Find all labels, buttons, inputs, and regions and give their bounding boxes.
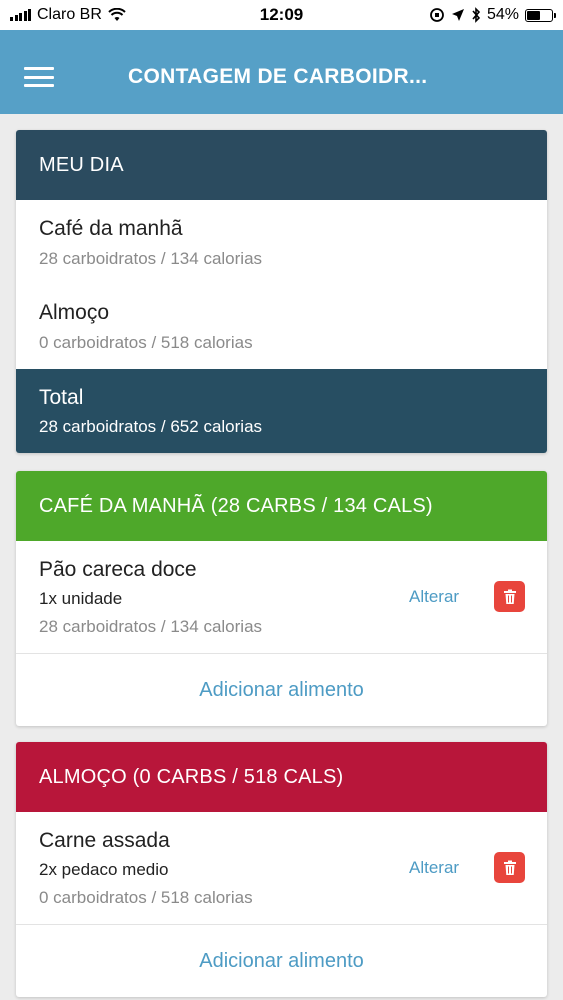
total-label: Total <box>39 385 84 409</box>
food-item: Carne assada 2x pedaco medio 0 carboidra… <box>16 812 547 925</box>
food-nutrition: 28 carboidratos / 134 calorias <box>39 617 263 636</box>
carrier-label: Claro BR <box>37 6 102 23</box>
food-name: Carne assada <box>39 829 170 852</box>
delete-food-button[interactable] <box>494 581 525 612</box>
meal-section-lunch: ALMOÇO (0 CARBS / 518 CALS) Carne assada… <box>16 742 547 997</box>
summary-meal-name: Almoço <box>39 301 110 324</box>
page-title: CONTAGEM DE CARBOIDR... <box>128 65 428 88</box>
food-name: Pão careca doce <box>39 558 197 581</box>
meal-section-header: ALMOÇO (0 CARBS / 518 CALS) <box>16 742 547 812</box>
battery-level <box>527 10 540 20</box>
meal-section-header: CAFÉ DA MANHÃ (28 CARBS / 134 CALS) <box>16 471 547 541</box>
food-nutrition: 0 carboidratos / 518 calorias <box>39 888 253 907</box>
total-info: 28 carboidratos / 652 calorias <box>39 416 263 436</box>
app-bar: CONTAGEM DE CARBOIDR... <box>0 30 563 114</box>
edit-food-link[interactable]: Alterar <box>409 858 459 878</box>
summary-meal-breakfast[interactable]: Café da manhã 28 carboidratos / 134 calo… <box>16 200 547 284</box>
status-left: Claro BR <box>10 6 126 24</box>
hamburger-menu-icon[interactable] <box>24 67 54 87</box>
my-day-card: MEU DIA Café da manhã 28 carboidratos / … <box>16 130 547 453</box>
bluetooth-icon <box>472 7 481 23</box>
orientation-lock-icon <box>430 8 444 22</box>
battery-percent: 54% <box>486 6 519 23</box>
summary-meal-name: Café da manhã <box>39 217 183 240</box>
wifi-icon <box>108 8 126 21</box>
summary-meal-lunch[interactable]: Almoço 0 carboidratos / 518 calorias <box>16 284 547 369</box>
add-food-button[interactable]: Adicionar alimento <box>16 654 547 726</box>
my-day-header: MEU DIA <box>16 130 547 200</box>
meal-section-breakfast: CAFÉ DA MANHÃ (28 CARBS / 134 CALS) Pão … <box>16 471 547 726</box>
summary-meal-info: 28 carboidratos / 134 calorias <box>39 249 263 268</box>
status-bar: Claro BR 12:09 54% <box>0 0 563 30</box>
battery-icon <box>525 8 556 22</box>
summary-meal-info: 0 carboidratos / 518 calorias <box>39 333 253 352</box>
summary-total: Total 28 carboidratos / 652 calorias <box>16 369 547 453</box>
edit-food-link[interactable]: Alterar <box>409 587 459 607</box>
trash-icon <box>503 860 516 875</box>
location-icon <box>451 9 464 21</box>
add-food-button[interactable]: Adicionar alimento <box>16 925 547 997</box>
status-right: 54% <box>429 6 556 24</box>
signal-icon <box>10 9 31 21</box>
trash-icon <box>503 589 516 604</box>
delete-food-button[interactable] <box>494 852 525 883</box>
food-item: Pão careca doce 1x unidade 28 carboidrat… <box>16 541 547 654</box>
